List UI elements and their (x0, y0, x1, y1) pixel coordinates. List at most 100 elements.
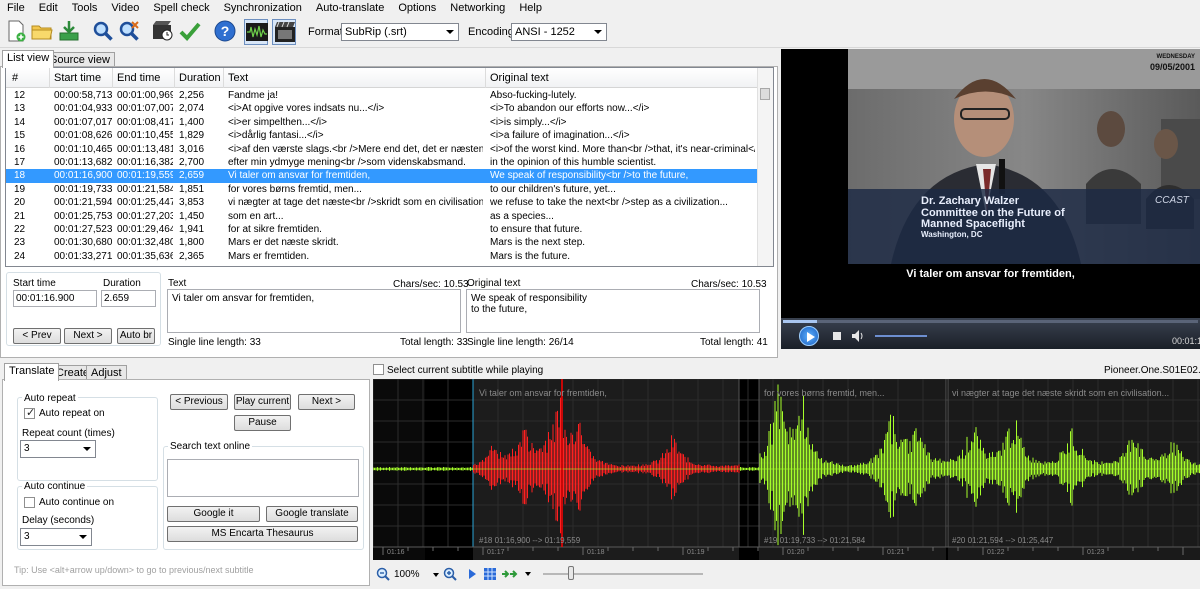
sync-dropdown-arrow[interactable] (525, 572, 531, 576)
sync-arrows-icon[interactable] (501, 567, 523, 581)
table-row[interactable]: 12 00:00:58,713 00:01:00,969 2,256 Fandme ja… (6, 89, 759, 102)
menu-edit[interactable]: Edit (32, 0, 65, 16)
table-cell: Mars is the future. (490, 250, 571, 262)
pause-button[interactable]: Pause (234, 415, 291, 431)
menu-file[interactable]: File (0, 0, 32, 16)
waveform-toggle-icon[interactable] (244, 19, 268, 45)
grid-view-icon[interactable] (483, 567, 497, 581)
encoding-dropdown[interactable]: ANSI - 1252 (511, 23, 607, 41)
format-dropdown[interactable]: SubRip (.srt) (341, 23, 459, 41)
next-button[interactable]: Next > (64, 328, 112, 344)
col-duration[interactable]: Duration (179, 72, 221, 84)
spell-check-icon[interactable] (178, 19, 202, 45)
table-row[interactable]: 16 00:01:10,465 00:01:13,481 3,016 <i>af den… (6, 143, 759, 156)
table-row[interactable]: 20 00:01:21,594 00:01:25,447 3,853 vi nægter… (6, 196, 759, 209)
previous-button[interactable]: < Previous (170, 394, 228, 410)
table-row[interactable]: 22 00:01:27,523 00:01:29,464 1,941 for at si… (6, 223, 759, 236)
table-cell: 00:01:21,594 (54, 197, 112, 209)
video-toggle-icon[interactable] (272, 19, 296, 45)
tab-translate[interactable]: Translate (4, 363, 60, 381)
select-while-playing-checkbox[interactable] (373, 364, 384, 375)
next-subtitle-button[interactable]: Next > (298, 394, 355, 410)
grid-scrollbar[interactable] (757, 68, 773, 266)
table-cell: 00:01:13,481 (117, 143, 173, 155)
text-editor[interactable]: Vi taler om ansvar for fremtiden, (167, 289, 461, 333)
playback-speed-thumb[interactable] (568, 566, 574, 580)
start-time-input[interactable]: 00:01:16.900 (13, 290, 97, 307)
table-row[interactable]: 18 00:01:16,900 00:01:19,559 2,659 Vi taler … (6, 169, 759, 183)
play-selection-icon[interactable] (466, 568, 478, 580)
subtitle-grid: # Start time End time Duration Text Orig… (5, 67, 774, 267)
col-text[interactable]: Text (228, 72, 248, 84)
menu-help[interactable]: Help (512, 0, 549, 16)
google-it-button[interactable]: Google it (167, 506, 260, 522)
table-row[interactable]: 23 00:01:30,680 00:01:32,480 1,800 Mars er d… (6, 236, 759, 249)
table-cell: 00:01:35,636 (117, 250, 173, 262)
volume-icon[interactable] (851, 329, 865, 343)
table-row[interactable]: 14 00:01:07,017 00:01:08,417 1,400 <i>er sim… (6, 116, 759, 129)
new-file-icon[interactable] (4, 19, 28, 45)
zoom-dropdown-arrow[interactable] (433, 573, 439, 577)
google-translate-button[interactable]: Google translate (266, 506, 358, 522)
search-text-input[interactable] (167, 459, 359, 497)
delay-dropdown[interactable]: 3 (20, 528, 92, 546)
duration-input[interactable]: 2.659 (101, 290, 156, 307)
menu-synchronization[interactable]: Synchronization (217, 0, 309, 16)
video-caption-title-2: Manned Spaceflight (921, 218, 1025, 230)
video-seek-bar[interactable] (783, 320, 1198, 323)
menu-spell-check[interactable]: Spell check (146, 0, 216, 16)
auto-repeat-checkbox[interactable] (24, 406, 35, 419)
save-icon[interactable] (57, 19, 81, 45)
table-row[interactable]: 21 00:01:25,753 00:01:27,203 1,450 som en ar… (6, 210, 759, 223)
play-current-button[interactable]: Play current (234, 394, 291, 410)
replace-icon[interactable] (117, 19, 141, 45)
volume-slider[interactable] (875, 335, 927, 337)
table-row[interactable]: 17 00:01:13,682 00:01:16,382 2,700 efter min… (6, 156, 759, 169)
auto-continue-checkbox[interactable] (24, 497, 35, 508)
menu-options[interactable]: Options (391, 0, 443, 16)
repeat-count-dropdown[interactable]: 3 (20, 440, 96, 458)
col-original-text[interactable]: Original text (490, 72, 549, 84)
original-text-editor[interactable]: We speak of responsibility to the future… (466, 289, 760, 333)
tick-0121: 01:21 (887, 549, 905, 556)
auto-br-button[interactable]: Auto br (117, 328, 155, 344)
table-cell: <i>a failure of imagination...</i> (490, 130, 630, 142)
zoom-out-icon[interactable] (376, 567, 390, 581)
help-icon[interactable]: ? (213, 19, 237, 45)
find-icon[interactable] (91, 19, 115, 45)
zoom-level[interactable]: 100% (394, 569, 420, 580)
table-row[interactable]: 13 00:01:04,933 00:01:07,007 2,074 <i>At opg… (6, 102, 759, 115)
menu-tools[interactable]: Tools (65, 0, 105, 16)
tick-0116: 01:16 (387, 549, 405, 556)
stop-icon[interactable] (833, 332, 841, 340)
play-button[interactable] (799, 326, 819, 346)
menu-video[interactable]: Video (104, 0, 146, 16)
waveform-panel[interactable]: Vi taler om ansvar for fremtiden, for vo… (373, 379, 1200, 560)
ms-encarta-thesaurus-button[interactable]: MS Encarta Thesaurus (167, 526, 358, 542)
playback-speed-slider[interactable] (543, 573, 703, 575)
col-number[interactable]: # (12, 72, 18, 84)
table-cell: <i>of the worst kind. More than<br />tha… (490, 143, 755, 155)
zoom-in-icon[interactable] (443, 567, 457, 581)
open-folder-icon[interactable] (30, 19, 54, 45)
table-cell: som en art... (228, 210, 284, 222)
menu-auto-translate[interactable]: Auto-translate (309, 0, 391, 16)
video-player[interactable]: WEDNESDAY 09/05/2001 Dr. Zachary Walzer … (781, 49, 1200, 318)
table-row[interactable]: 24 00:01:33,271 00:01:35,636 2,365 Mars er f… (6, 250, 759, 263)
table-cell: Mars is the next step. (490, 237, 586, 249)
tab-list-view[interactable]: List view (2, 50, 55, 68)
tick-0117: 01:17 (487, 549, 505, 556)
table-row[interactable]: 15 00:01:08,626 00:01:10,455 1,829 <i>dårlig… (6, 129, 759, 142)
col-end-time[interactable]: End time (117, 72, 160, 84)
table-row[interactable]: 19 00:01:19,733 00:01:21,584 1,851 for vores… (6, 183, 759, 196)
video-subtitle-overlay: Vi taler om ansvar for fremtiden, (906, 268, 1075, 280)
menu-networking[interactable]: Networking (443, 0, 512, 16)
table-cell: 1,941 (179, 224, 205, 235)
scroll-thumb[interactable] (760, 88, 770, 100)
prev-button[interactable]: < Prev (13, 328, 61, 344)
col-start-time[interactable]: Start time (54, 72, 101, 84)
tick-0123: 01:23 (1087, 549, 1105, 556)
visual-sync-icon[interactable] (151, 19, 175, 45)
table-cell: 00:01:08,417 (117, 116, 173, 128)
table-cell: 3,016 (179, 143, 205, 155)
